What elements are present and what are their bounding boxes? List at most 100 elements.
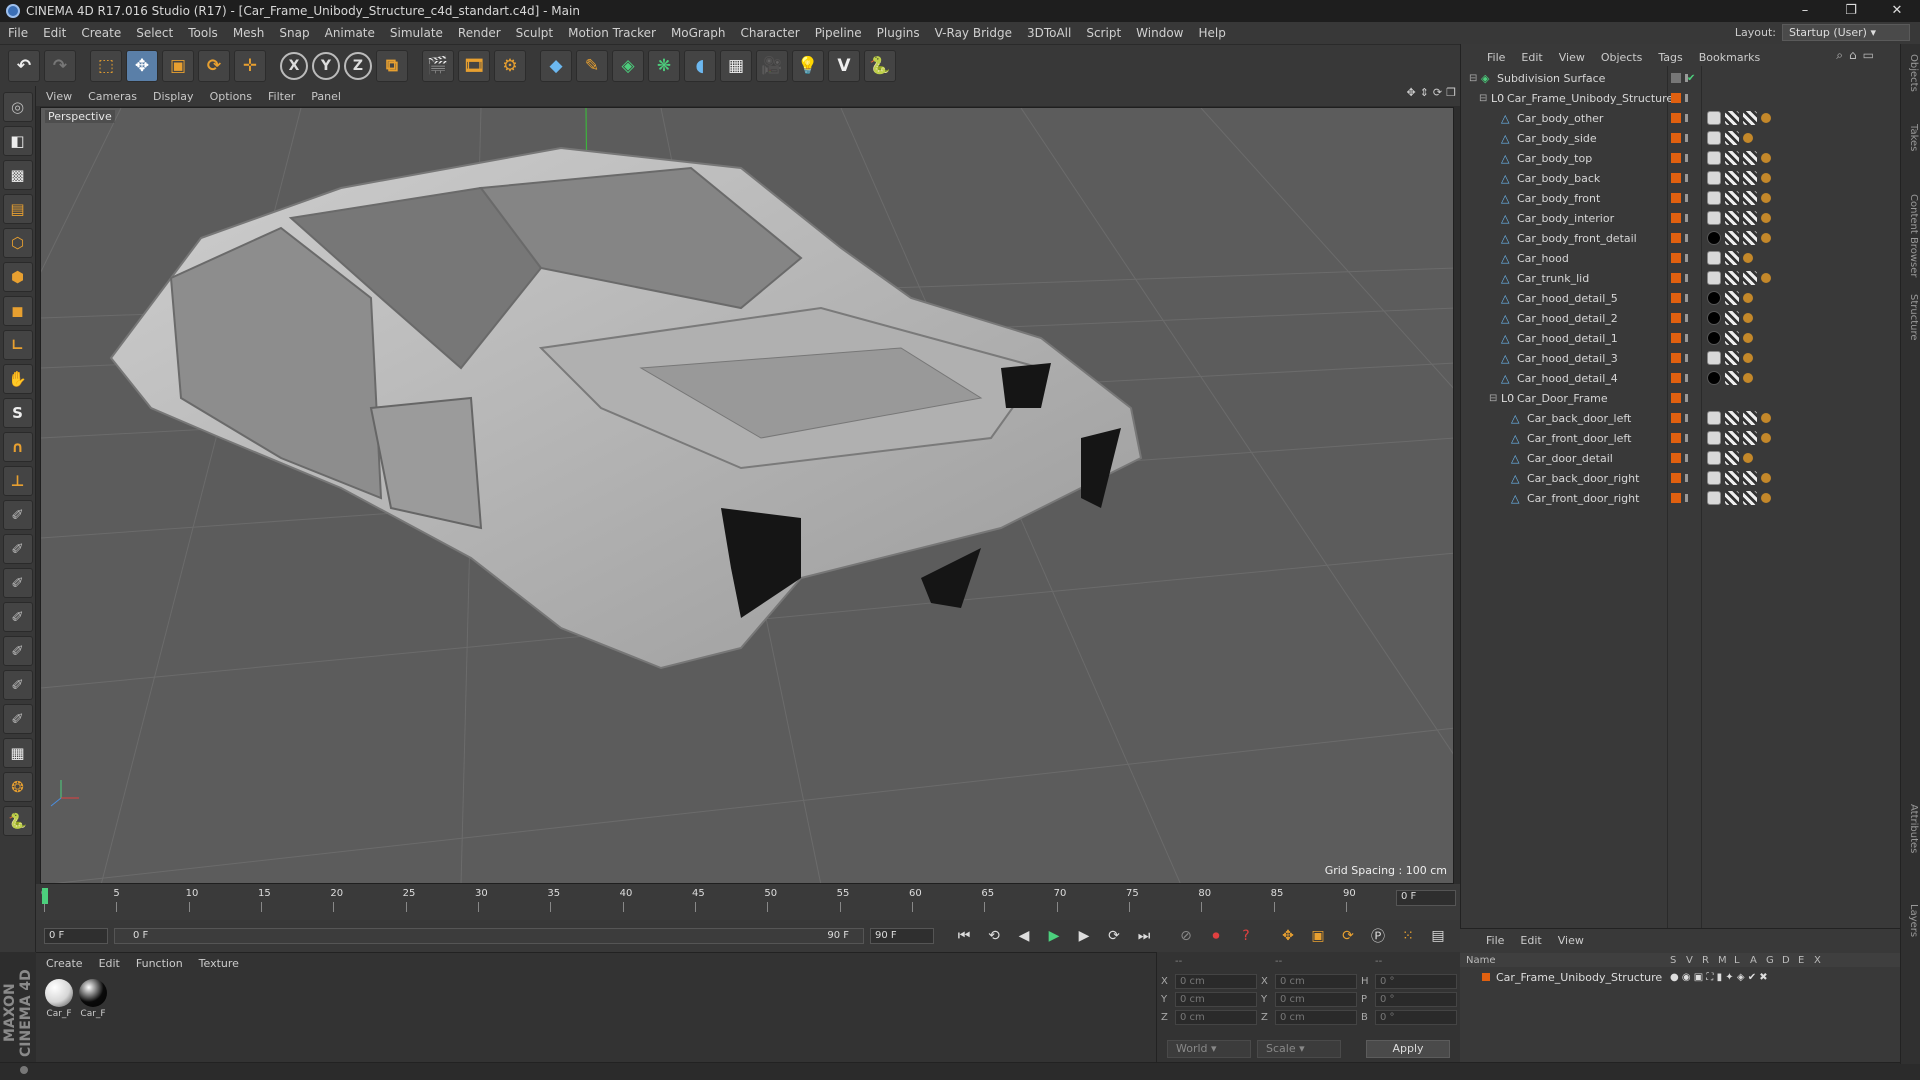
- undo-button[interactable]: ↶: [8, 49, 40, 82]
- layer-status-swatch[interactable]: [1671, 93, 1681, 103]
- autokey-icon[interactable]: ⏺: [1204, 924, 1228, 948]
- phong-tag-icon[interactable]: [1707, 431, 1721, 445]
- render-picture-viewer-icon[interactable]: 🎞: [458, 49, 490, 82]
- key-position-icon[interactable]: ✥: [1276, 924, 1300, 948]
- extra-tag-icon[interactable]: [1761, 493, 1771, 503]
- visibility-dots-icon[interactable]: [1685, 94, 1688, 102]
- go-to-end-icon[interactable]: ⏭: [1132, 924, 1156, 948]
- texture-tag-icon[interactable]: [1725, 111, 1739, 125]
- phong-tag-icon[interactable]: [1707, 191, 1721, 205]
- material-tag-icon[interactable]: [1707, 311, 1721, 325]
- object-menu-tags[interactable]: Tags: [1658, 51, 1682, 64]
- layer-column-header[interactable]: V: [1686, 955, 1693, 966]
- layer-column-header[interactable]: Name: [1466, 955, 1496, 966]
- object-row[interactable]: △ Car_body_back: [1461, 168, 1901, 188]
- material-menu-create[interactable]: Create: [46, 957, 83, 970]
- texture-tag-icon[interactable]: [1725, 491, 1739, 505]
- object-row[interactable]: △ Car_body_top: [1461, 148, 1901, 168]
- extra-tag-icon[interactable]: [1743, 133, 1753, 143]
- layer-column-header[interactable]: D: [1782, 955, 1790, 966]
- x-axis-lock-button[interactable]: X: [280, 51, 308, 80]
- extra-tag-icon[interactable]: [1761, 173, 1771, 183]
- visibility-dots-icon[interactable]: [1685, 174, 1688, 182]
- home-icon[interactable]: ⌂: [1849, 48, 1857, 63]
- maximize-view-icon[interactable]: ❐: [1446, 86, 1456, 99]
- texture-tag-icon[interactable]: [1743, 411, 1757, 425]
- minimize-button[interactable]: –: [1782, 0, 1828, 22]
- grid-lock-icon[interactable]: ▦: [2, 738, 33, 768]
- transform-tool-icon[interactable]: ✛: [234, 49, 266, 82]
- extra-tag-icon[interactable]: [1743, 253, 1753, 263]
- render-settings-icon[interactable]: ⚙: [494, 49, 526, 82]
- texture-tag-icon[interactable]: [1725, 171, 1739, 185]
- sculpt-tool-5-icon[interactable]: ✐: [2, 636, 33, 666]
- menu-edit[interactable]: Edit: [43, 26, 66, 40]
- object-row[interactable]: △ Car_hood: [1461, 248, 1901, 268]
- playhead-marker[interactable]: [42, 888, 48, 904]
- layer-status-swatch[interactable]: [1671, 433, 1681, 443]
- sculpt-tool-6-icon[interactable]: ✐: [2, 670, 33, 700]
- menu-sculpt[interactable]: Sculpt: [516, 26, 553, 40]
- texture-mode-icon[interactable]: ▩: [2, 160, 33, 190]
- object-row[interactable]: △ Car_hood_detail_3: [1461, 348, 1901, 368]
- object-row[interactable]: △ Car_body_front: [1461, 188, 1901, 208]
- extra-tag-icon[interactable]: [1761, 433, 1771, 443]
- visibility-dots-icon[interactable]: [1685, 154, 1688, 162]
- scale-tool-icon[interactable]: ▣: [162, 49, 194, 82]
- layer-status-swatch[interactable]: [1671, 273, 1681, 283]
- layer-status-swatch[interactable]: [1671, 73, 1681, 83]
- vray-icon[interactable]: V: [828, 49, 860, 82]
- menu-help[interactable]: Help: [1198, 26, 1225, 40]
- layer-status-swatch[interactable]: [1671, 153, 1681, 163]
- key-parameter-icon[interactable]: Ⓟ: [1366, 924, 1390, 948]
- pen-spline-icon[interactable]: ✎: [576, 49, 608, 82]
- object-row[interactable]: △ Car_front_door_right: [1461, 488, 1901, 508]
- phong-tag-icon[interactable]: [1707, 171, 1721, 185]
- texture-tag-icon[interactable]: [1725, 291, 1739, 305]
- phong-tag-icon[interactable]: [1707, 151, 1721, 165]
- layer-status-swatch[interactable]: [1671, 213, 1681, 223]
- move-tool-icon[interactable]: ✥: [126, 49, 158, 82]
- end-frame-field[interactable]: 90 F: [870, 928, 934, 944]
- tab-layers[interactable]: Layers: [1903, 904, 1919, 937]
- texture-tag-icon[interactable]: [1725, 451, 1739, 465]
- coord-value-field[interactable]: 0 cm: [1275, 992, 1357, 1007]
- material-tag-icon[interactable]: [1707, 371, 1721, 385]
- extra-tag-icon[interactable]: [1743, 453, 1753, 463]
- texture-tag-icon[interactable]: [1725, 191, 1739, 205]
- object-menu-view[interactable]: View: [1559, 51, 1585, 64]
- coord-value-field[interactable]: 0 °: [1375, 992, 1457, 1007]
- menu-3dtoall[interactable]: 3DToAll: [1027, 26, 1071, 40]
- layer-color-swatch[interactable]: [1482, 973, 1490, 981]
- layer-status-swatch[interactable]: [1671, 253, 1681, 263]
- points-mode-icon[interactable]: ⬡: [2, 228, 33, 258]
- move-view-icon[interactable]: ✥: [1406, 86, 1415, 99]
- extra-tag-icon[interactable]: [1761, 213, 1771, 223]
- material-tag-icon[interactable]: [1707, 331, 1721, 345]
- tab-objects[interactable]: Objects: [1903, 54, 1919, 92]
- extra-tag-icon[interactable]: [1761, 193, 1771, 203]
- tab-content-browser[interactable]: Content Browser: [1903, 194, 1919, 277]
- extra-tag-icon[interactable]: [1743, 373, 1753, 383]
- object-row[interactable]: △ Car_front_door_left: [1461, 428, 1901, 448]
- texture-tag-icon[interactable]: [1743, 491, 1757, 505]
- texture-tag-icon[interactable]: [1725, 211, 1739, 225]
- visibility-dots-icon[interactable]: [1685, 394, 1688, 402]
- coord-value-field[interactable]: 0 cm: [1175, 974, 1257, 989]
- phong-tag-icon[interactable]: [1707, 251, 1721, 265]
- cube-object-icon[interactable]: ◆: [540, 49, 572, 82]
- layer-column-header[interactable]: S: [1670, 955, 1676, 966]
- texture-tag-icon[interactable]: [1725, 311, 1739, 325]
- viewport-menu-filter[interactable]: Filter: [268, 90, 295, 103]
- apply-button[interactable]: Apply: [1366, 1040, 1450, 1058]
- visibility-dots-icon[interactable]: [1685, 214, 1688, 222]
- sculpt-tool-3-icon[interactable]: ✐: [2, 568, 33, 598]
- phong-tag-icon[interactable]: [1707, 451, 1721, 465]
- extra-tag-icon[interactable]: [1743, 353, 1753, 363]
- menu-mesh[interactable]: Mesh: [233, 26, 265, 40]
- phong-tag-icon[interactable]: [1707, 351, 1721, 365]
- new-view-icon[interactable]: ▭: [1863, 48, 1874, 63]
- layer-status-swatch[interactable]: [1671, 473, 1681, 483]
- next-key-icon[interactable]: ⟳: [1102, 924, 1126, 948]
- deformer-icon[interactable]: ◖: [684, 49, 716, 82]
